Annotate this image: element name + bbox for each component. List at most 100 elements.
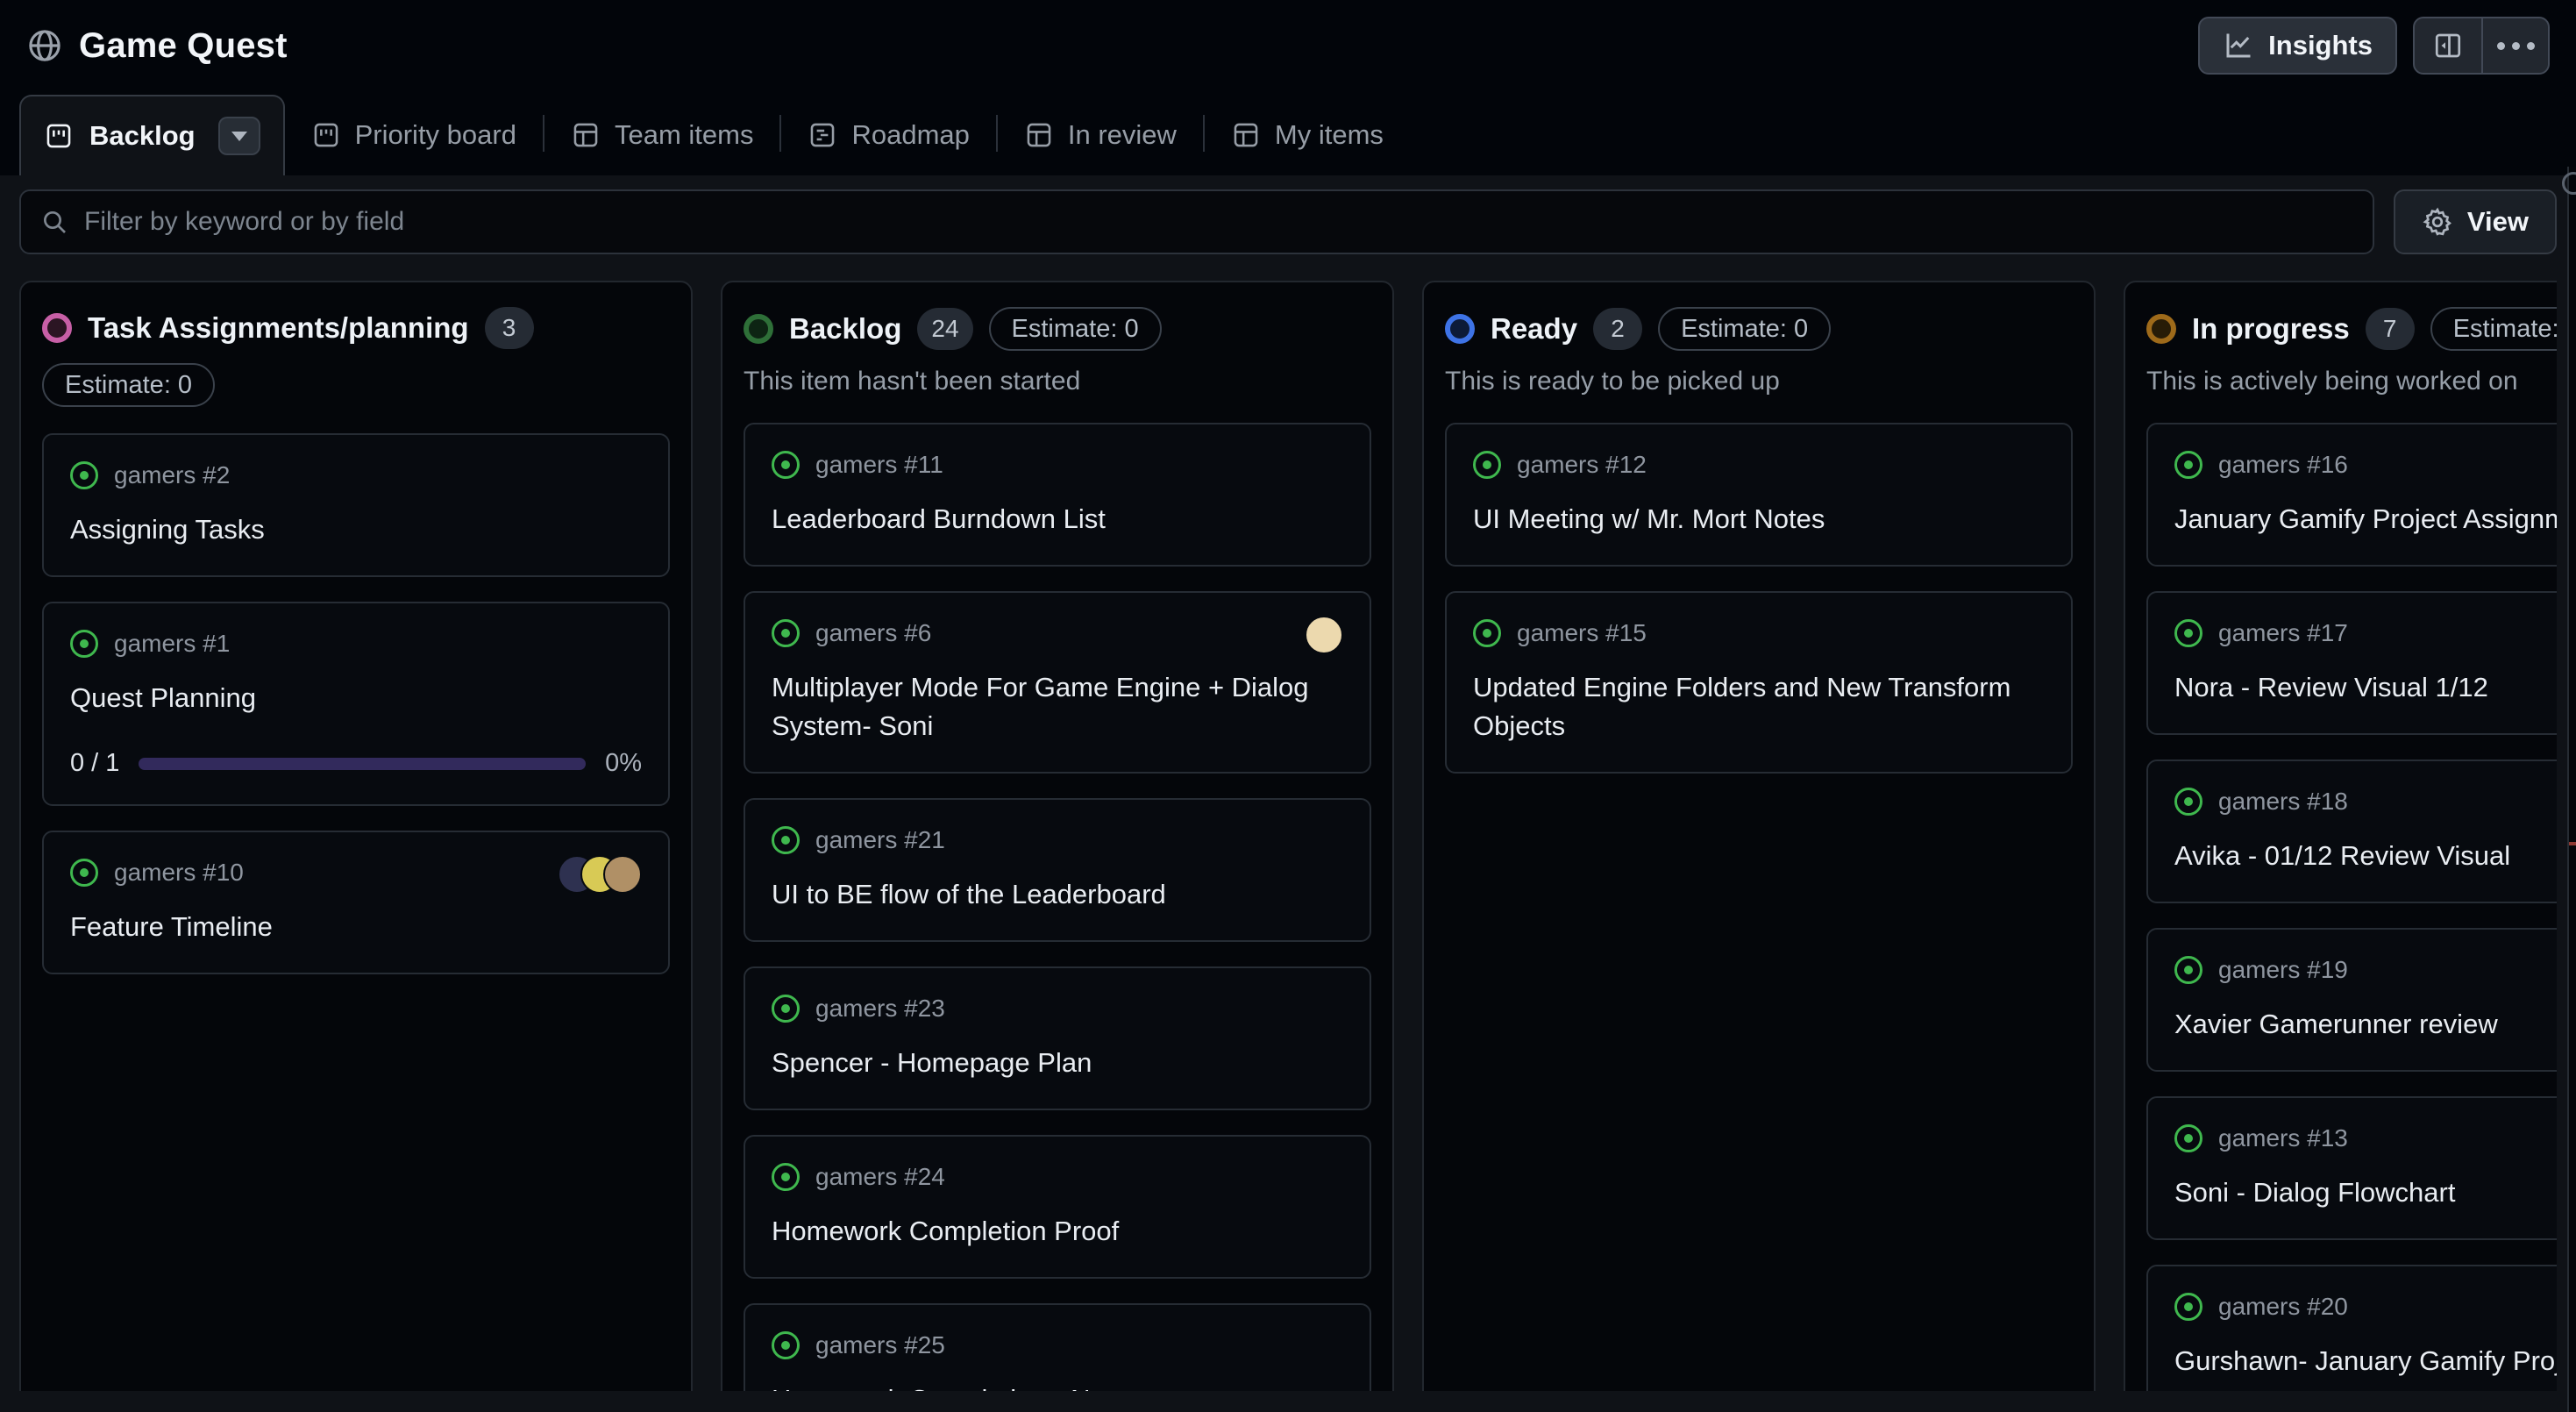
card[interactable]: gamers #25 Homework Completion - Nora xyxy=(744,1303,1371,1391)
content-area: Filter by keyword or by field View Task … xyxy=(0,175,2576,1391)
card[interactable]: gamers #10 Feature Timeline xyxy=(42,831,670,974)
avatar xyxy=(603,855,642,894)
globe-icon xyxy=(26,27,63,64)
tab-label: Team items xyxy=(615,119,753,151)
column-backlog: Backlog24Estimate: 0This item hasn't bee… xyxy=(721,281,1394,1391)
tab-team-items[interactable]: Team items xyxy=(544,95,779,175)
card-meta-row: gamers #12 xyxy=(1473,451,2045,479)
next-column-edge xyxy=(2567,167,2576,1412)
column-name: Ready xyxy=(1491,312,1577,346)
column-count-badge: 24 xyxy=(917,308,972,350)
card-title[interactable]: Gurshawn- January Gamify Project xyxy=(2174,1342,2557,1380)
card[interactable]: gamers #11 Leaderboard Burndown List xyxy=(744,423,1371,567)
card-title[interactable]: Xavier Gamerunner review xyxy=(2174,1005,2557,1044)
column-ready: Ready2Estimate: 0This is ready to be pic… xyxy=(1422,281,2096,1391)
card-title[interactable]: Nora - Review Visual 1/12 xyxy=(2174,668,2557,707)
header-icon-group xyxy=(2413,17,2550,75)
tab-roadmap[interactable]: Roadmap xyxy=(781,95,995,175)
estimate-pill: Estimate: 0 xyxy=(42,363,215,407)
card[interactable]: gamers #20 Gurshawn- January Gamify Proje… xyxy=(2146,1265,2557,1391)
column-in-progress: In progress7Estimate: 0This is actively … xyxy=(2124,281,2557,1391)
progress-percent: 0% xyxy=(605,749,642,778)
avatar-stack xyxy=(558,855,642,894)
card[interactable]: gamers #19 Xavier Gamerunner review xyxy=(2146,928,2557,1072)
cards-list: gamers #12UI Meeting w/ Mr. Mort Notesga… xyxy=(1445,423,2073,774)
card-title[interactable]: Leaderboard Burndown List xyxy=(772,500,1343,538)
column-count-badge: 3 xyxy=(485,307,534,349)
card[interactable]: gamers #13 Soni - Dialog Flowchart xyxy=(2146,1096,2557,1240)
open-issue-icon xyxy=(2174,788,2202,816)
card-meta-row: gamers #24 xyxy=(772,1163,1343,1191)
card-meta-row: gamers #17 xyxy=(2174,619,2557,647)
open-issue-icon xyxy=(2174,451,2202,479)
card-meta-row: gamers #23 xyxy=(772,995,1343,1023)
card[interactable]: gamers #16January Gamify Project Assignm… xyxy=(2146,423,2557,567)
tab-priority-board[interactable]: Priority board xyxy=(285,95,543,175)
card[interactable]: gamers #18 Avika - 01/12 Review Visual xyxy=(2146,759,2557,903)
open-issue-icon xyxy=(2174,619,2202,647)
column-name: In progress xyxy=(2192,312,2350,346)
tab-label: In review xyxy=(1068,119,1177,151)
card[interactable]: gamers #21UI to BE flow of the Leaderboa… xyxy=(744,798,1371,942)
card-meta-row: gamers #10 xyxy=(70,859,642,887)
insights-label: Insights xyxy=(2268,30,2373,61)
card-meta-row: gamers #11 xyxy=(772,451,1343,479)
card-title[interactable]: Updated Engine Folders and New Transform… xyxy=(1473,668,2045,745)
card-repo-ref: gamers #1 xyxy=(114,630,230,658)
top-chrome: Game Quest Insights xyxy=(0,0,2576,175)
card[interactable]: gamers #15Updated Engine Folders and New… xyxy=(1445,591,2073,774)
card-meta-row: gamers #18 xyxy=(2174,788,2557,816)
card-title[interactable]: Homework Completion Proof xyxy=(772,1212,1343,1251)
view-settings-button[interactable]: View xyxy=(2394,189,2557,254)
tab-backlog[interactable]: Backlog xyxy=(19,95,285,175)
card[interactable]: gamers #17 Nora - Review Visual 1/12 xyxy=(2146,591,2557,735)
open-issue-icon xyxy=(772,995,800,1023)
card-title[interactable]: Spencer - Homepage Plan xyxy=(772,1044,1343,1082)
card[interactable]: gamers #1Quest Planning0 / 10% xyxy=(42,602,670,806)
cards-list: gamers #11Leaderboard Burndown Listgamer… xyxy=(744,423,1371,1391)
open-issue-icon xyxy=(1473,619,1501,647)
card[interactable]: gamers #2Assigning Tasks xyxy=(42,433,670,577)
card-meta-row: gamers #6 xyxy=(772,619,1343,647)
card-title[interactable]: Quest Planning xyxy=(70,679,642,717)
card-repo-ref: gamers #25 xyxy=(815,1331,945,1359)
filter-input[interactable]: Filter by keyword or by field xyxy=(19,189,2374,254)
tab-label: Priority board xyxy=(355,119,516,151)
card-title[interactable]: January Gamify Project Assignment xyxy=(2174,500,2557,538)
estimate-pill: Estimate: 0 xyxy=(1658,307,1831,351)
card-title[interactable]: UI Meeting w/ Mr. Mort Notes xyxy=(1473,500,2045,538)
card-meta-row: gamers #19 xyxy=(2174,956,2557,984)
open-issue-icon xyxy=(70,859,98,887)
card[interactable]: gamers #12 UI Meeting w/ Mr. Mort Notes xyxy=(1445,423,2073,567)
open-issue-icon xyxy=(772,619,800,647)
view-tabs: Backlog Priority board Team items Roadmap In… xyxy=(0,91,2576,175)
card-title[interactable]: Avika - 01/12 Review Visual xyxy=(2174,837,2557,875)
roadmap-icon xyxy=(808,120,837,150)
card-title[interactable]: Homework Completion - Nora xyxy=(772,1380,1343,1391)
card-title[interactable]: UI to BE flow of the Leaderboard xyxy=(772,875,1343,914)
open-issue-icon xyxy=(2174,1124,2202,1152)
estimate-pill: Estimate: 0 xyxy=(2430,307,2557,351)
column-description: This is ready to be picked up xyxy=(1445,367,2073,396)
collapse-side-panel-button[interactable] xyxy=(2415,18,2481,73)
tab-my-items[interactable]: My items xyxy=(1205,95,1410,175)
card-title[interactable]: Feature Timeline xyxy=(70,908,642,946)
open-issue-icon xyxy=(772,1331,800,1359)
card[interactable]: gamers #23 Spencer - Homepage Plan xyxy=(744,966,1371,1110)
card-title[interactable]: Assigning Tasks xyxy=(70,510,642,549)
card-repo-ref: gamers #13 xyxy=(2218,1124,2348,1152)
card[interactable]: gamers #24 Homework Completion Proof xyxy=(744,1135,1371,1279)
column-name: Task Assignments/planning xyxy=(88,311,469,345)
more-options-button[interactable] xyxy=(2481,18,2548,73)
app-header: Game Quest Insights xyxy=(0,0,2576,91)
card-repo-ref: gamers #6 xyxy=(815,619,931,647)
card-repo-ref: gamers #20 xyxy=(2218,1293,2348,1321)
card-title[interactable]: Multiplayer Mode For Game Engine + Dialo… xyxy=(772,668,1343,745)
card-title[interactable]: Soni - Dialog Flowchart xyxy=(2174,1173,2557,1212)
view-options-chevron-button[interactable] xyxy=(218,117,260,155)
card[interactable]: gamers #6 Multiplayer Mode For Game Engin… xyxy=(744,591,1371,774)
insights-button[interactable]: Insights xyxy=(2198,17,2397,75)
avatar-stack xyxy=(1305,616,1343,654)
tab-in-review[interactable]: In review xyxy=(998,95,1203,175)
filter-placeholder: Filter by keyword or by field xyxy=(84,207,404,237)
